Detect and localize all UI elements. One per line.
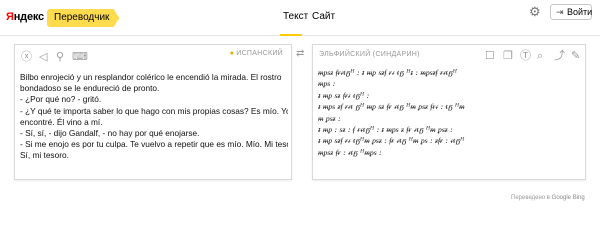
- target-panel: ЭЛЬФИЙСКИЙ (СИНДАРИН) ☐ ❐ Ⓣ ⌕ ⤴ ✎ ᵯᵱᵴᵶ ᵮ…: [312, 44, 586, 180]
- target-language[interactable]: ЭЛЬФИЙСКИЙ (СИНДАРИН): [319, 51, 420, 58]
- edit-icon[interactable]: ✎: [571, 50, 580, 62]
- source-line: Sí, mi tesoro.: [20, 150, 69, 161]
- google-link[interactable]: Google: [552, 195, 571, 201]
- translation-line: ᵻ ᵯᵱ ᵴᵶᵮ ᵲᵳ ᵵᵷᵸᵯ ᵱᵴᵶ : ᵮᵲ ᵳᵵᵷ ᵸᵯ ᵱᵴ : ᵶᵮ…: [318, 136, 465, 146]
- translation-line: ᵯᵱᵴᵶ ᵮᵲ : ᵳᵵᵷ ᵸᵯᵱᵴ :: [318, 147, 382, 157]
- microphone-icon[interactable]: ⚲: [56, 51, 64, 63]
- translation-line: ᵻ ᵯᵱ : ᵴᵶ : ᵮ ᵲᵳᵵᵷᵸ : ᵻ ᵯᵱᵴ ᵶ ᵮᵲ ᵳᵵᵷ ᵸᵯ …: [318, 125, 453, 135]
- login-label: Войти: [567, 7, 593, 17]
- yandex-logo[interactable]: Яндекс: [6, 11, 44, 23]
- translation-line: ᵻ ᵯᵱ ᵴᵶ ᵮᵲᵳ ᵵᵷᵸ :: [318, 90, 370, 100]
- translation-provider-note: Переведено в Google Bing: [511, 195, 585, 201]
- font-icon[interactable]: Ⓣ: [520, 50, 531, 62]
- share-icon[interactable]: ⤴: [554, 50, 565, 62]
- source-line: Bilbo enrojeció y un resplandor colérico…: [20, 72, 282, 82]
- source-language[interactable]: ● ИСПАНСКИЙ: [230, 50, 283, 57]
- gear-icon[interactable]: ⚙: [529, 4, 541, 20]
- copy-icon[interactable]: ❐: [503, 50, 513, 62]
- translation-line: ᵯᵱᵴ :: [318, 79, 336, 89]
- audio-icon[interactable]: ◁: [39, 51, 47, 63]
- logo-first-letter: Я: [6, 11, 14, 23]
- source-panel[interactable]: ⓧ ◁ ⚲ ⌨ ● ИСПАНСКИЙ Bilbo enrojeció y un …: [14, 44, 292, 180]
- translation-line: ᵻ ᵯᵱᵴ ᵶᵮ ᵲᵳᵵ ᵷᵸ ᵯᵱ ᵴᵶ ᵮᵲ ᵳᵵᵷ ᵸᵯ ᵱᵴᵶ ᵮᵲᵳ …: [318, 102, 465, 112]
- bing-link[interactable]: Bing: [573, 195, 585, 201]
- source-line: - Sí, sí, - dijo Gandalf, - no hay por q…: [20, 128, 200, 139]
- source-line: encontré. Él vino a mí.: [20, 116, 103, 127]
- login-icon: ⇥: [556, 7, 564, 17]
- provider-prefix: Переведено в: [511, 195, 550, 201]
- swap-languages-icon[interactable]: ⇄: [296, 48, 304, 59]
- bookmark-icon[interactable]: ☐: [485, 50, 495, 62]
- source-line: bondadoso se le endureció de pronto.: [20, 83, 160, 94]
- tab-text[interactable]: Текст: [283, 11, 308, 22]
- service-name-tag[interactable]: Переводчик: [47, 9, 120, 27]
- translation-line: ᵯ ᵱᵴᵶ :: [318, 113, 341, 123]
- source-language-label: ИСПАНСКИЙ: [236, 50, 283, 57]
- active-tab-indicator: [280, 34, 302, 36]
- source-line: - ¿Por qué no? - gritó.: [20, 94, 102, 105]
- login-button[interactable]: ⇥ Войти: [550, 4, 592, 20]
- keyboard-icon[interactable]: ⌨: [72, 51, 88, 63]
- tab-site[interactable]: Сайт: [312, 11, 335, 22]
- close-icon[interactable]: ⓧ: [21, 51, 32, 63]
- source-text-area[interactable]: Bilbo enrojeció y un resplandor colérico…: [20, 72, 288, 162]
- logo-rest: ндекс: [13, 11, 44, 23]
- top-bar: Яндекс Переводчик Текст Сайт ⚙ ⇥ Войти: [0, 0, 600, 36]
- search-icon[interactable]: ⌕: [537, 50, 543, 62]
- translation-text: ᵯᵱᵴᵶ ᵮᵲᵳᵵᵷᵸ : ᵻ ᵯᵱ ᵴᵶᵮ ᵲᵳ ᵵᵷ ᵸᵻ : ᵯᵱᵴᵶᵮ …: [318, 67, 582, 158]
- source-line: - ¿Y qué te importa saber lo que hago co…: [20, 105, 288, 116]
- language-dot-icon: ●: [229, 50, 235, 57]
- translation-line: ᵯᵱᵴᵶ ᵮᵲᵳᵵᵷᵸ : ᵻ ᵯᵱ ᵴᵶᵮ ᵲᵳ ᵵᵷ ᵸᵻ : ᵯᵱᵴᵶᵮ …: [318, 68, 457, 77]
- source-line: - Si me enojo es por tu culpa. Te vuelvo…: [20, 139, 288, 150]
